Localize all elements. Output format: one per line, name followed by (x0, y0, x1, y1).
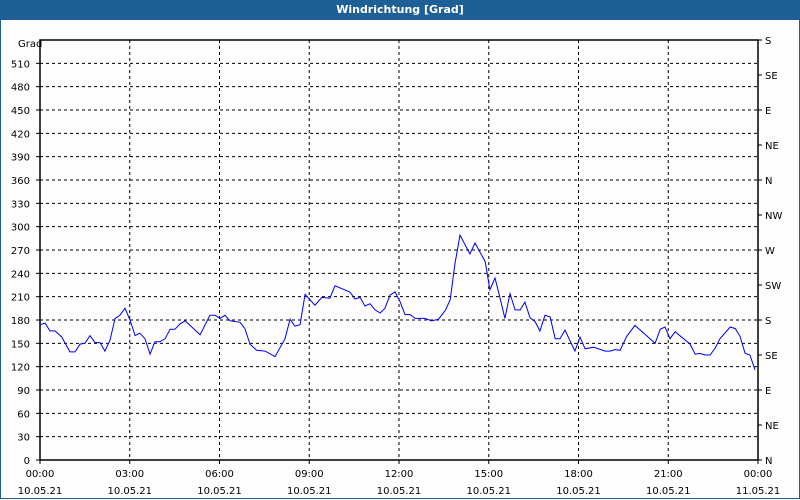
y-tick-label: 90 (17, 386, 30, 397)
y-tick-label: 180 (11, 316, 30, 327)
x-tick-time: 00:00 (744, 469, 773, 480)
y-tick-label: 0 (24, 456, 30, 467)
y-tick-label: 30 (17, 433, 30, 444)
right-tick-label: NE (765, 141, 779, 152)
right-tick-label: SE (765, 351, 778, 362)
x-tick-date: 10.05.21 (556, 486, 601, 497)
right-tick-label: SW (765, 281, 781, 292)
right-tick-label: NE (765, 421, 779, 432)
y-tick-label: 360 (11, 176, 30, 187)
wind-direction-chart: Grad 0 30 60 90 120 150 180 210 240 270 300 330 360 3… (11, 36, 783, 497)
y-tick-label: 420 (11, 129, 30, 140)
y-tick-label: 60 (17, 409, 30, 420)
y-tick-label: 300 (11, 223, 30, 234)
y-tick-label: 240 (11, 269, 30, 280)
x-tick-time: 00:00 (26, 469, 55, 480)
right-tick-label: W (765, 246, 775, 257)
y-tick-label: 480 (11, 83, 30, 94)
x-tick-time: 18:00 (564, 469, 593, 480)
y-tick-label: 450 (11, 106, 30, 117)
right-tick-label: SE (765, 71, 778, 82)
x-tick-date: 11.05.21 (736, 486, 781, 497)
series-line-windrichtung (39, 233, 756, 370)
y-tick-label: 330 (11, 199, 30, 210)
y-tick-labels: 0 30 60 90 120 150 180 210 240 270 300 330 360 390 420… (11, 59, 30, 467)
y-tick-label: 150 (11, 339, 30, 350)
right-tick-labels: N NE E SE S SW W NW N NE E SE S (765, 36, 782, 467)
y-tick-label: 210 (11, 293, 30, 304)
grid-lines (36, 39, 762, 464)
y-axis-label: Grad (18, 39, 42, 50)
right-tick-label: S (765, 36, 771, 47)
y-tick-label: 120 (11, 363, 30, 374)
x-tick-date: 10.05.21 (197, 486, 242, 497)
x-tick-labels: 00:00 10.05.21 03:00 10.05.21 06:00 10.05.21 0… (18, 469, 781, 497)
x-tick-time: 15:00 (474, 469, 503, 480)
x-tick-time: 09:00 (295, 469, 324, 480)
right-tick-label: E (765, 386, 771, 397)
x-tick-date: 10.05.21 (107, 486, 152, 497)
x-tick-date: 10.05.21 (466, 486, 511, 497)
right-tick-label: S (765, 316, 771, 327)
x-tick-time: 03:00 (115, 469, 144, 480)
right-tick-label: N (765, 456, 772, 467)
y-tick-label: 270 (11, 246, 30, 257)
right-tick-label: N (765, 176, 772, 187)
x-tick-date: 10.05.21 (646, 486, 691, 497)
x-tick-time: 06:00 (205, 469, 234, 480)
y-tick-label: 390 (11, 153, 30, 164)
x-tick-date: 10.05.21 (18, 486, 63, 497)
x-tick-date: 10.05.21 (377, 486, 422, 497)
right-tick-label: E (765, 106, 771, 117)
right-tick-label: NW (765, 211, 782, 222)
x-tick-date: 10.05.21 (287, 486, 332, 497)
x-tick-time: 12:00 (385, 469, 414, 480)
x-tick-time: 21:00 (654, 469, 683, 480)
y-tick-label: 510 (11, 59, 30, 70)
